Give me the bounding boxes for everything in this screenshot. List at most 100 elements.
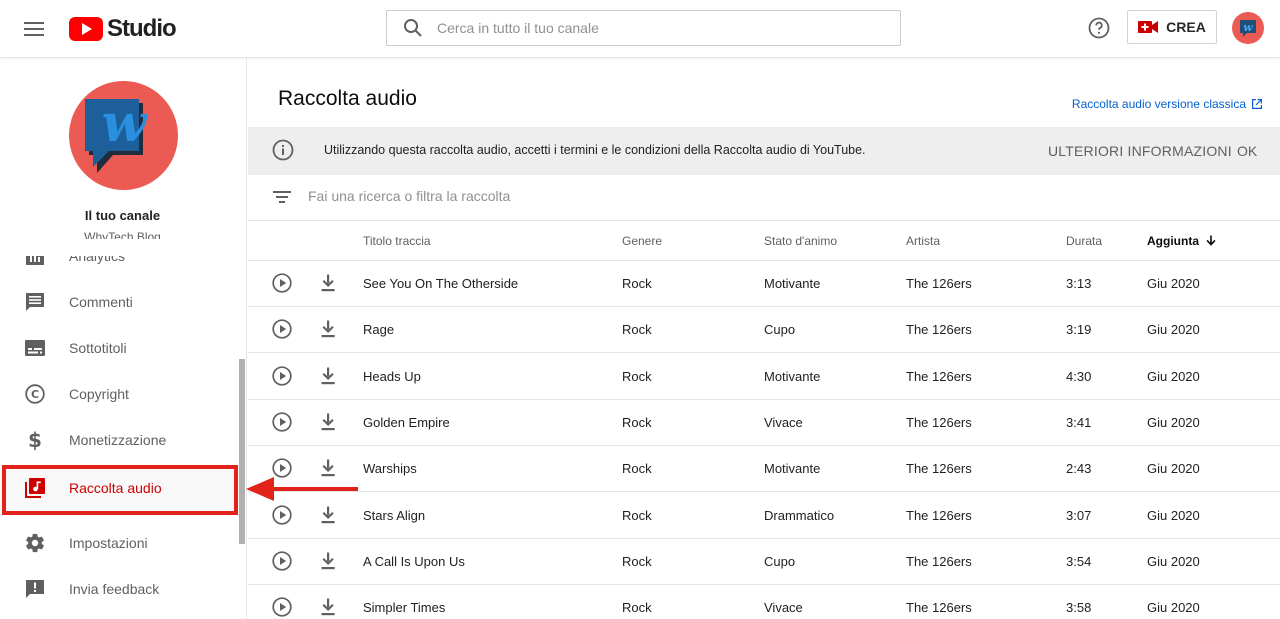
track-mood: Cupo	[764, 322, 796, 338]
classic-version-link[interactable]: Raccolta audio versione classica	[1072, 97, 1263, 111]
column-header-mood[interactable]: Stato d'animo	[764, 234, 837, 248]
svg-text:C: C	[31, 388, 39, 401]
learn-more-button[interactable]: ULTERIORI INFORMAZIONI	[1048, 143, 1232, 159]
play-icon[interactable]	[272, 365, 292, 386]
track-genre: Rock	[622, 600, 652, 616]
page-title: Raccolta audio	[278, 87, 417, 110]
track-title: Stars Align	[363, 507, 426, 523]
track-duration: 3:13	[1066, 276, 1092, 291]
track-mood: Motivante	[764, 276, 821, 291]
hamburger-menu-icon[interactable]	[20, 17, 48, 41]
search-input[interactable]	[437, 20, 877, 36]
track-title: See You On The Otherside	[363, 276, 519, 291]
sidebar-item-audio-library[interactable]: Raccolta audio	[0, 465, 238, 511]
filter-icon[interactable]	[272, 187, 292, 207]
play-icon[interactable]	[272, 412, 292, 432]
download-icon[interactable]	[318, 412, 338, 432]
notice-text: Utilizzando questa raccolta audio, accet…	[324, 143, 866, 157]
download-icon[interactable]	[318, 273, 338, 293]
track-mood: Vivace	[764, 600, 803, 616]
play-icon[interactable]	[272, 597, 292, 617]
search-icon	[404, 19, 422, 37]
track-added-date: Giu 2020	[1147, 600, 1200, 616]
sidebar-item-settings[interactable]: Impostazioni	[0, 520, 238, 566]
track-mood: Vivace	[764, 414, 803, 430]
filter-input[interactable]	[308, 188, 908, 204]
table-row[interactable]: Rage Rock Cupo The 126ers 3:19 Giu 2020	[248, 307, 1280, 354]
main-content: Raccolta audio Raccolta audio versione c…	[248, 59, 1280, 619]
sidebar-item-label: Copyright	[69, 386, 129, 402]
help-icon[interactable]	[1087, 16, 1111, 40]
channel-avatar[interactable]: w	[69, 81, 178, 190]
track-artist: The 126ers	[906, 507, 972, 523]
column-header-added-label: Aggiunta	[1147, 234, 1199, 248]
dollar-icon: $	[24, 429, 46, 451]
download-icon[interactable]	[318, 458, 338, 478]
play-icon[interactable]	[272, 273, 292, 293]
search-bar[interactable]	[386, 10, 901, 46]
top-header: Studio CREA w	[0, 0, 1280, 58]
copyright-icon: C	[24, 383, 46, 405]
track-artist: The 126ers	[906, 276, 972, 291]
sidebar-item-monetization[interactable]: $ Monetizzazione	[0, 417, 238, 463]
table-row[interactable]: A Call Is Upon Us Rock Cupo The 126ers 3:54 G…	[248, 539, 1280, 585]
track-title: A Call Is Upon Us	[363, 553, 465, 569]
create-button[interactable]: CREA	[1127, 10, 1217, 44]
track-duration: 3:58	[1066, 600, 1092, 616]
download-icon[interactable]	[318, 366, 338, 386]
column-header-genre[interactable]: Genere	[622, 234, 662, 248]
track-artist: The 126ers	[906, 368, 972, 384]
sidebar-item-comments[interactable]: Commenti	[0, 279, 238, 325]
subtitles-icon	[24, 337, 46, 359]
table-row[interactable]: Heads Up Rock Motivante The 126ers 4:30 Giu 2…	[248, 354, 1280, 400]
play-icon[interactable]	[272, 319, 292, 339]
track-duration: 3:07	[1066, 507, 1092, 523]
video-camera-plus-icon	[1138, 21, 1159, 33]
play-icon[interactable]	[272, 504, 292, 525]
download-icon[interactable]	[318, 319, 338, 339]
sidebar-item-feedback[interactable]: Invia feedback	[0, 566, 238, 612]
table-row[interactable]: See You On The Otherside Rock Motivante The…	[248, 261, 1280, 307]
track-duration: 2:43	[1066, 461, 1092, 477]
sidebar-scrollbar[interactable]	[239, 359, 245, 544]
track-added-date: Giu 2020	[1147, 553, 1200, 569]
table-row[interactable]: Stars Align Rock Drammatico The 126ers 3:07 G…	[248, 493, 1280, 539]
sidebar-item-label: Raccolta audio	[69, 480, 162, 496]
track-genre: Rock	[622, 414, 652, 430]
track-genre: Rock	[622, 553, 652, 569]
track-added-date: Giu 2020	[1147, 414, 1200, 430]
track-duration: 3:54	[1066, 553, 1092, 569]
account-avatar[interactable]: w	[1232, 12, 1264, 44]
youtube-studio-logo[interactable]: Studio	[69, 14, 177, 44]
sidebar-item-label: Sottotitoli	[69, 340, 127, 356]
track-added-date: Giu 2020	[1147, 322, 1200, 338]
play-icon[interactable]	[272, 458, 292, 478]
info-icon	[272, 139, 294, 161]
track-genre: Rock	[622, 276, 652, 291]
track-duration: 4:30	[1066, 368, 1092, 384]
download-icon[interactable]	[318, 551, 338, 571]
sidebar-item-label: Impostazioni	[69, 535, 148, 551]
download-icon[interactable]	[318, 597, 338, 617]
track-title: Simpler Times	[363, 600, 446, 616]
column-header-artist[interactable]: Artista	[906, 234, 940, 248]
column-header-duration[interactable]: Durata	[1066, 234, 1102, 248]
track-mood: Motivante	[764, 461, 821, 477]
track-added-date: Giu 2020	[1147, 507, 1200, 523]
track-mood: Motivante	[764, 368, 821, 384]
sidebar-item-copyright[interactable]: C Copyright	[0, 371, 238, 417]
table-row[interactable]: Golden Empire Rock Vivace The 126ers 3:41 Giu…	[248, 400, 1280, 446]
sidebar-item-subtitles[interactable]: Sottotitoli	[0, 325, 238, 371]
table-row[interactable]: Warships Rock Motivante The 126ers 2:43 Giu 2…	[248, 446, 1280, 493]
comments-icon	[24, 291, 46, 313]
ok-button[interactable]: OK	[1237, 143, 1257, 159]
gear-icon	[24, 532, 46, 554]
download-icon[interactable]	[318, 505, 338, 525]
track-genre: Rock	[622, 322, 652, 338]
column-header-title[interactable]: Titolo traccia	[363, 234, 431, 248]
table-row[interactable]: Simpler Times Rock Vivace The 126ers 3:58 Giu…	[248, 585, 1280, 619]
track-mood: Cupo	[764, 553, 796, 569]
track-genre: Rock	[622, 507, 652, 523]
play-icon[interactable]	[272, 551, 292, 571]
column-header-added[interactable]: Aggiunta	[1147, 234, 1217, 248]
